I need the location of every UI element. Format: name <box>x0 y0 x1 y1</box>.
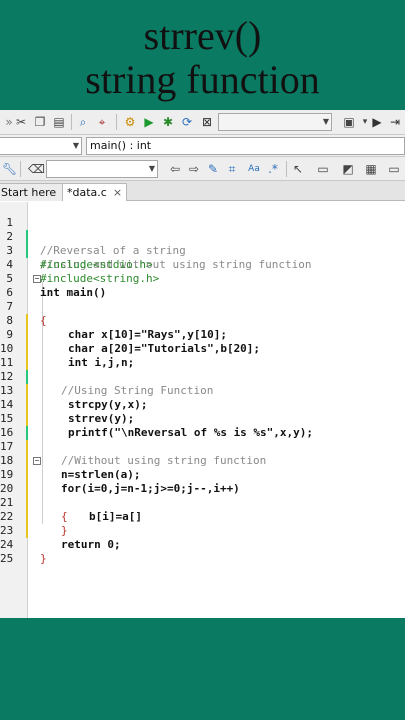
code-text: } <box>40 552 47 565</box>
code-line: 22 <box>0 496 405 538</box>
code-completion-toolbar: ▼ main() : int <box>0 135 405 157</box>
forward-arrow-icon[interactable]: ⇨ <box>187 162 201 176</box>
title-banner: strrev() string function <box>0 0 405 108</box>
back-arrow-icon[interactable]: ⇦ <box>168 162 182 176</box>
code-line: 10 <box>0 328 405 370</box>
function-combo[interactable]: main() : int <box>86 137 405 155</box>
toolbar-separator <box>71 114 72 130</box>
match-case-icon[interactable]: Aa <box>245 162 263 176</box>
code-line: 19 − { <box>0 454 405 524</box>
toolbar-separator <box>20 161 21 177</box>
toolbar-separator <box>286 161 287 177</box>
copy-icon[interactable]: ❐ <box>33 115 47 129</box>
grid-icon[interactable]: ▦ <box>364 162 378 176</box>
chevron-down-icon: ▼ <box>148 164 155 173</box>
scope-combo[interactable]: ▼ <box>0 137 82 155</box>
panel-icon[interactable]: ▭ <box>387 162 401 176</box>
rectangle-icon[interactable]: ▭ <box>316 162 330 176</box>
paste-icon[interactable]: ▤ <box>52 115 66 129</box>
toolbar-separator <box>116 114 117 130</box>
ide-window: » ✂ ❐ ▤ ⌕ ⌖ ⚙ ▶ ✱ ⟳ ⊠ ▼ ▣ ▾ ▶ ⇥ ▼ main()… <box>0 110 405 618</box>
tab-label: Start here <box>1 186 57 199</box>
highlight-icon[interactable]: ✎ <box>206 162 220 176</box>
title-line-1: strrev() <box>143 13 262 58</box>
scissors-icon[interactable]: ✂ <box>14 115 28 129</box>
code-line: 3 #include<stdio.h> <box>0 230 405 271</box>
main-toolbar: » ✂ ❐ ▤ ⌕ ⌖ ⚙ ▶ ✱ ⟳ ⊠ ▼ ▣ ▾ ▶ ⇥ <box>0 110 405 135</box>
fold-toggle-icon[interactable]: − <box>33 457 41 465</box>
code-line: 21 } <box>0 482 405 537</box>
code-line: 18 for(i=0,j=n-1;j>=0;j--,i++) <box>0 440 405 495</box>
build-target-combo[interactable]: ▼ <box>218 113 332 131</box>
play-icon[interactable]: ▶ <box>370 115 384 129</box>
chevron-down-icon: ▼ <box>72 141 79 150</box>
search-combo[interactable]: ▼ <box>46 160 158 178</box>
title-line-2: string function <box>85 57 320 102</box>
run-icon[interactable]: ▶ <box>142 115 156 129</box>
select-icon[interactable]: ⌗ <box>225 162 239 176</box>
tab-label: *data.c <box>67 186 107 199</box>
debug-icon[interactable]: ✱ <box>161 115 175 129</box>
stop-icon[interactable]: ⊠ <box>200 115 214 129</box>
wrench-icon[interactable]: 🔧︎ <box>2 162 17 176</box>
code-line: 17 n=strlen(a); <box>0 426 405 481</box>
tab-data-c[interactable]: *data.c × <box>62 183 128 201</box>
code-line: 7 char x[10]="Rays",y[10]; <box>0 286 405 341</box>
code-line: 25 <box>0 538 405 565</box>
code-line: 8 char a[20]="Tutorials",b[20]; <box>0 300 405 355</box>
code-line: 6 − { <box>0 272 405 328</box>
editor-tab-bar: Start here × *data.c × <box>0 181 405 201</box>
function-combo-value: main() : int <box>90 139 152 152</box>
code-line: 11 //Using String Function <box>0 342 405 397</box>
code-line: 16 //Without using string function <box>0 412 405 467</box>
replace-icon[interactable]: ⌖ <box>95 115 109 129</box>
chevron-down-icon: ▼ <box>322 117 329 126</box>
code-line: 5 int main() <box>0 258 405 299</box>
code-line: 14 printf("\nReversal of %s is %s",x,y); <box>0 384 405 439</box>
build-log-icon[interactable]: ▣ <box>342 115 356 129</box>
find-icon[interactable]: ⌕ <box>76 115 90 129</box>
code-line: 12 strcpy(y,x); <box>0 356 405 411</box>
rebuild-icon[interactable]: ⟳ <box>180 115 194 129</box>
code-line: 1 //Reversal of a string <box>0 202 405 257</box>
code-line: 24 } <box>0 524 405 565</box>
close-icon[interactable]: × <box>113 186 122 199</box>
code-line: 23 return 0; <box>0 510 405 551</box>
gear-icon[interactable]: ⚙ <box>123 115 137 129</box>
fold-toggle-icon[interactable]: − <box>33 275 41 283</box>
code-line: 4 #include<string.h> <box>0 244 405 285</box>
code-line: 13 strrev(y); <box>0 370 405 425</box>
regex-icon[interactable]: .* <box>266 162 280 176</box>
code-line: 20 b[i]=a[] <box>0 468 405 523</box>
line-number: 25 <box>0 552 14 565</box>
secondary-toolbar: 🔧︎ ⌫ ▼ ⇦ ⇨ ✎ ⌗ Aa .* ↖ ▭ ◩ ▦ ▭ <box>0 157 405 181</box>
code-editor[interactable]: 1 //Reversal of a string 2 //using and w… <box>0 202 405 618</box>
step-icon[interactable]: ⇥ <box>388 115 402 129</box>
pointer-icon[interactable]: ↖ <box>291 162 305 176</box>
clear-icon[interactable]: ⌫ <box>28 162 45 176</box>
code-line: 2 //using and without using string funct… <box>0 216 405 271</box>
code-line: 9 int i,j,n; <box>0 314 405 369</box>
split-window-icon[interactable]: ◩ <box>341 162 355 176</box>
code-line: 15 <box>0 398 405 440</box>
